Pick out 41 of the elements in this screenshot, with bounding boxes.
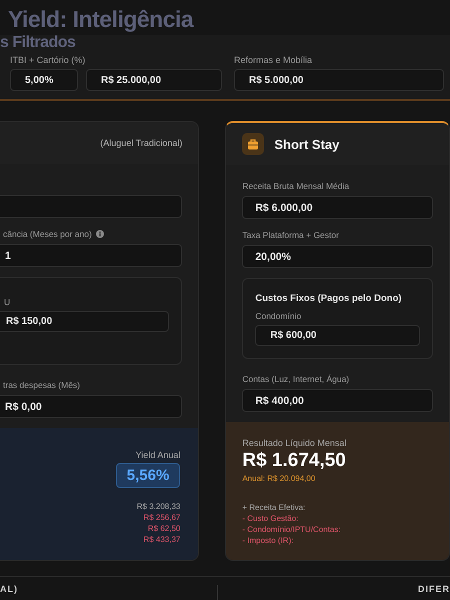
input-field[interactable]: [0, 195, 182, 218]
column-header: AL): [0, 582, 18, 596]
breakdown-line: R$ 62,50: [148, 524, 180, 534]
result-label: Yield Anual: [136, 450, 180, 460]
heading-text: s Filtrados: [0, 34, 76, 51]
breakdown-line: - Custo Gestão:: [242, 514, 300, 524]
input-field[interactable]: R$ 600,00: [255, 325, 420, 346]
field-label: Taxa Plataforma + Gestor: [242, 229, 339, 241]
annual-value: Anual: R$ 20.094,00: [242, 474, 316, 483]
input-field[interactable]: 5,00%: [10, 69, 78, 91]
input-field[interactable]: R$ 0,00: [0, 395, 182, 418]
breakdown-line: - Condomínio/IPTU/Contas:: [242, 525, 342, 535]
breakdown-line: R$ 256,67: [143, 513, 180, 523]
card-title: Short Stay: [274, 136, 340, 152]
suitcase-icon: [242, 133, 264, 155]
column-header: DIFER: [418, 582, 450, 596]
result-label: Resultado Líquido Mensal: [242, 438, 348, 448]
yield-badge: 5,56%: [116, 463, 180, 488]
input-field[interactable]: R$ 6.000,00: [242, 196, 433, 219]
field-label: ITBI + Cartório (%): [10, 55, 86, 65]
field-label: Contas (Luz, Internet, Água): [242, 373, 350, 385]
breakdown-line: - Imposto (IR):: [242, 536, 294, 546]
result-value: R$ 1.674,50: [242, 450, 347, 472]
breakdown-line: + Receita Efetiva:: [242, 503, 306, 513]
input-field[interactable]: 1: [0, 244, 182, 267]
field-label: Reformas e Mobília: [234, 55, 314, 65]
input-field[interactable]: R$ 150,00: [0, 311, 170, 332]
field-label: U: [4, 296, 12, 308]
field-label: tras despesas (Mês): [3, 379, 80, 391]
breakdown-line: R$ 3.208,33: [136, 502, 180, 512]
input-field[interactable]: R$ 25.000,00: [86, 69, 222, 91]
heading-text: Yield: Inteligência: [7, 6, 194, 32]
field-label: cância (Meses por ano): [3, 228, 92, 240]
input-field[interactable]: R$ 400,00: [242, 389, 433, 412]
group-title: Custos Fixos (Pagos pelo Dono): [255, 293, 403, 304]
breakdown-line: R$ 433,37: [143, 535, 180, 545]
input-field[interactable]: R$ 5.000,00: [234, 69, 444, 91]
card-subtitle: (Aluguel Tradicional): [100, 138, 182, 148]
field-label: Receita Bruta Mensal Média: [242, 180, 350, 192]
input-field[interactable]: 20,00%: [242, 245, 433, 268]
field-label: Condomínio: [255, 310, 302, 322]
